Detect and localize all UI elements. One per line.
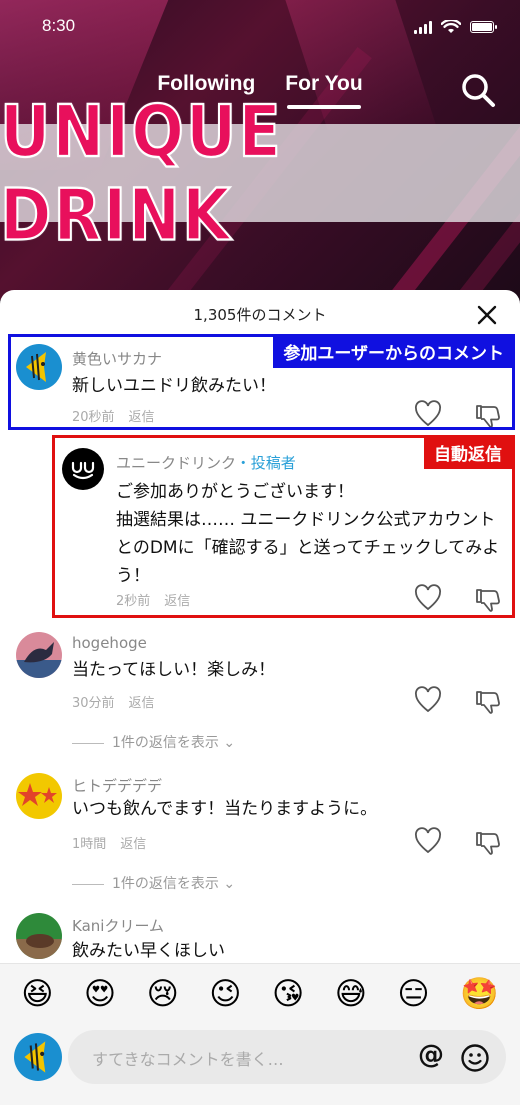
comment-author[interactable]: Kaniクリーム	[72, 915, 164, 936]
comment-text: 飲みたい早くほしい	[72, 941, 225, 961]
signal-icon	[414, 20, 432, 34]
comment-input-placeholder: すてきなコメントを書く…	[92, 1050, 284, 1069]
battery-icon	[470, 21, 497, 33]
avatar[interactable]	[16, 913, 62, 959]
annotation-box-user-comment: 参加ユーザーからのコメント	[8, 334, 515, 430]
comment-input-row: すてきなコメントを書く… @	[0, 1025, 520, 1105]
annotation-label-user-comment: 参加ユーザーからのコメント	[273, 337, 512, 368]
annotation-box-auto-reply: 自動返信	[52, 435, 515, 618]
clock: 8:30	[42, 16, 76, 35]
thumbs-down-icon[interactable]	[474, 688, 502, 716]
emoji-wink[interactable]: 😉	[209, 979, 241, 1010]
heart-icon[interactable]	[414, 827, 442, 855]
comment-text: いつも飲んでます！当たりますように。	[72, 799, 378, 819]
avatar[interactable]	[16, 632, 62, 678]
comment-author[interactable]: hogehoge	[72, 634, 147, 652]
comment-count: 1,305件のコメント	[193, 306, 327, 324]
emoji-sweat-smile[interactable]: 😅	[335, 979, 367, 1010]
comment-meta: 30分前 返信	[72, 692, 155, 711]
emoji-crying[interactable]: 😢	[147, 979, 179, 1010]
comment-time: 1時間	[72, 837, 107, 852]
emoji-heart-eyes[interactable]: 😍	[84, 979, 116, 1010]
video-title: UNIQUE DRINK	[0, 88, 283, 258]
comment-item: hogehoge 当たってほしい！楽しみ！ 30分前 返信 1件の返信を表示 ⌄	[0, 632, 520, 757]
status-bar: 8:30	[0, 14, 520, 42]
comment-time: 30分前	[72, 696, 115, 711]
heart-icon[interactable]	[414, 686, 442, 714]
video-title-band: UNIQUE DRINK	[0, 88, 520, 258]
reply-button[interactable]: 返信	[120, 837, 146, 852]
mention-button[interactable]: @	[418, 1040, 444, 1070]
emoji-quick-bar: 😆 😍 😢 😉 😘 😅 😑 🤩	[0, 963, 520, 1025]
comment-item: Kaniクリーム 飲みたい早くほしい	[0, 913, 520, 963]
wifi-icon	[441, 20, 461, 33]
emoji-laughing[interactable]: 😆	[21, 979, 53, 1010]
status-icons	[414, 20, 497, 34]
emoji-kiss[interactable]: 😘	[272, 979, 304, 1010]
annotation-label-auto-reply: 自動返信	[424, 438, 512, 469]
reply-button[interactable]: 返信	[129, 696, 155, 711]
emoji-picker-icon[interactable]	[460, 1043, 490, 1073]
video-background: 8:30 Following For You UNIQUE DRINK	[0, 0, 520, 300]
view-replies-button[interactable]: 1件の返信を表示 ⌄	[72, 873, 235, 893]
comment-author[interactable]: ヒトデデデデ	[72, 775, 162, 796]
comment-text: 当たってほしい！楽しみ！	[72, 660, 276, 680]
emoji-star-struck[interactable]: 🤩	[460, 979, 499, 1010]
emoji-expressionless[interactable]: 😑	[397, 979, 429, 1010]
view-replies-button[interactable]: 1件の返信を表示 ⌄	[72, 732, 235, 752]
avatar[interactable]	[16, 773, 62, 819]
my-avatar	[14, 1033, 62, 1081]
comment-meta: 1時間 返信	[72, 833, 146, 852]
comment-input[interactable]: すてきなコメントを書く… @	[68, 1030, 506, 1084]
close-icon[interactable]	[476, 304, 498, 326]
thumbs-down-icon[interactable]	[474, 829, 502, 857]
comment-item: ヒトデデデデ いつも飲んでます！当たりますように。 1時間 返信 1件の返信を表示…	[0, 773, 520, 898]
